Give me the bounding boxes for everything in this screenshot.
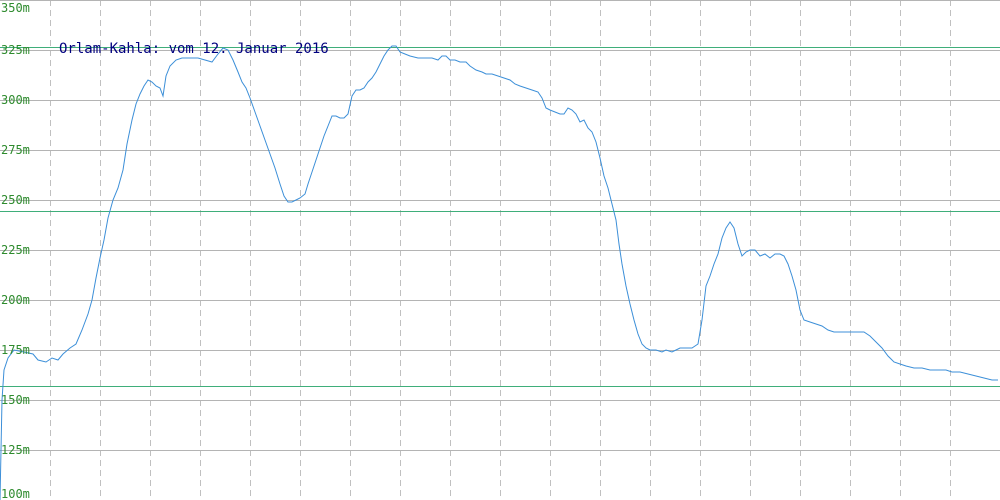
y-tick-label: 175m xyxy=(1,343,30,357)
y-tick-label: 275m xyxy=(1,143,30,157)
elevation-chart: 100m 125m 150m 175m 200m 225m 250m 275m 300m 325m… xyxy=(0,0,1000,500)
y-tick-label: 300m xyxy=(1,93,30,107)
y-tick-label: 150m xyxy=(1,393,30,407)
y-tick-label: 225m xyxy=(1,243,30,257)
y-tick-label: 100m xyxy=(1,487,30,500)
y-tick-label: 250m xyxy=(1,193,30,207)
chart-title: Orlam-Kahla: vom 12. Januar 2016 xyxy=(59,41,329,57)
y-tick-label: 325m xyxy=(1,43,30,57)
y-tick-label: 200m xyxy=(1,293,30,307)
y-tick-label: 125m xyxy=(1,443,30,457)
y-tick-label: 350m xyxy=(1,1,30,15)
